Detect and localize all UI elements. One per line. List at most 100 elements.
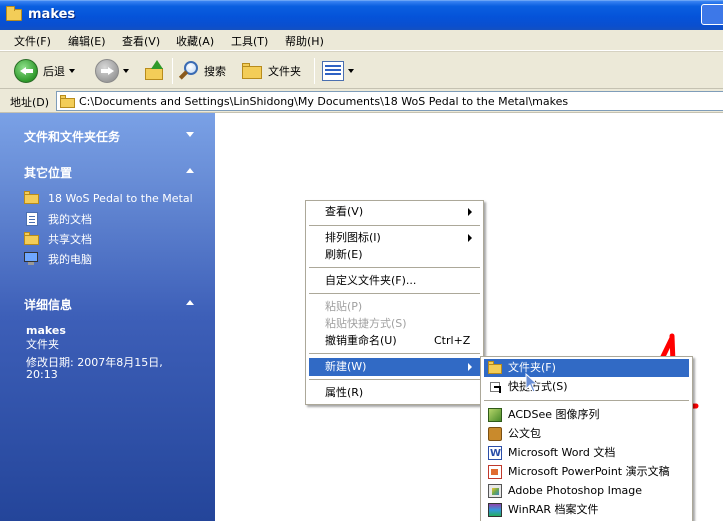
chevron-right-icon bbox=[468, 208, 472, 216]
menu-item-customize[interactable]: 自定义文件夹(F)... bbox=[309, 272, 480, 290]
menu-item-label: 属性(R) bbox=[325, 386, 364, 399]
folder-icon bbox=[6, 6, 22, 21]
chevron-down-icon[interactable] bbox=[69, 69, 75, 73]
menu-item-undo-rename[interactable]: 撤销重命名(U) Ctrl+Z bbox=[309, 332, 480, 350]
other-place-label: 我的文档 bbox=[48, 213, 92, 226]
file-tasks-header[interactable]: 文件和文件夹任务 bbox=[14, 123, 204, 147]
back-arrow-icon bbox=[14, 59, 38, 83]
menu-favorites[interactable]: 收藏(A) bbox=[174, 32, 216, 50]
search-button[interactable]: 搜索 bbox=[178, 58, 226, 84]
other-place-link[interactable]: 我的电脑 bbox=[24, 251, 92, 267]
shortcut-icon bbox=[490, 382, 500, 392]
submenu-item-label: 公文包 bbox=[508, 427, 541, 440]
other-place-link[interactable]: 共享文档 bbox=[24, 231, 92, 247]
folder-up-icon bbox=[144, 60, 166, 82]
menu-separator bbox=[309, 267, 480, 268]
folder-icon bbox=[24, 191, 40, 205]
address-path: C:\Documents and Settings\LinShidong\My … bbox=[79, 95, 569, 108]
folders-label: 文件夹 bbox=[268, 65, 301, 78]
menu-bar: 文件(F) 编辑(E) 查看(V) 收藏(A) 工具(T) 帮助(H) bbox=[0, 30, 723, 51]
other-place-link[interactable]: 18 WoS Pedal to the Metal bbox=[24, 191, 193, 205]
menu-separator bbox=[309, 293, 480, 294]
chevron-down-icon[interactable] bbox=[186, 132, 194, 137]
folder-icon bbox=[242, 62, 264, 80]
mouse-cursor-icon bbox=[525, 373, 539, 393]
submenu-item-label: Microsoft Word 文档 bbox=[508, 446, 616, 459]
other-place-label: 共享文档 bbox=[48, 233, 92, 246]
details-header[interactable]: 详细信息 bbox=[14, 291, 204, 315]
forward-arrow-icon bbox=[95, 59, 119, 83]
menu-item-label: 粘贴(P) bbox=[325, 300, 363, 313]
folders-button[interactable]: 文件夹 bbox=[242, 58, 301, 84]
new-submenu: 文件夹(F) 快捷方式(S) ACDSee 图像序列 公文包 Microsoft… bbox=[480, 356, 693, 521]
details-title: 详细信息 bbox=[24, 298, 73, 312]
context-menu: 查看(V) 排列图标(I) 刷新(E) 自定义文件夹(F)... 粘贴(P) 粘… bbox=[305, 200, 484, 405]
details-modified-time: 20:13 bbox=[26, 368, 58, 381]
chevron-up-icon[interactable] bbox=[186, 300, 194, 305]
submenu-item-shortcut[interactable]: 快捷方式(S) bbox=[484, 378, 689, 396]
toolbar-separator bbox=[172, 58, 173, 84]
toolbar: 后退 搜索 文件夹 bbox=[0, 51, 723, 89]
folder-icon bbox=[60, 95, 76, 108]
submenu-item-label: Adobe Photoshop Image bbox=[508, 484, 643, 497]
submenu-item-folder[interactable]: 文件夹(F) bbox=[484, 359, 689, 377]
chevron-down-icon[interactable] bbox=[348, 69, 354, 73]
chevron-right-icon bbox=[468, 234, 472, 242]
menu-separator bbox=[309, 379, 480, 380]
menu-item-view[interactable]: 查看(V) bbox=[309, 203, 480, 221]
toolbar-separator bbox=[314, 58, 315, 84]
menu-item-label: 刷新(E) bbox=[325, 248, 363, 261]
title-bar[interactable]: makes bbox=[0, 0, 723, 30]
my-documents-icon bbox=[24, 212, 40, 226]
forward-button[interactable] bbox=[95, 58, 129, 84]
submenu-item-label: ACDSee 图像序列 bbox=[508, 408, 600, 421]
other-place-label: 18 WoS Pedal to the Metal bbox=[48, 191, 193, 205]
address-input[interactable]: C:\Documents and Settings\LinShidong\My … bbox=[56, 91, 723, 111]
task-pane: 文件和文件夹任务 其它位置 18 WoS Pedal to the Metal … bbox=[0, 113, 215, 521]
menu-item-new[interactable]: 新建(W) bbox=[309, 358, 480, 376]
menu-item-refresh[interactable]: 刷新(E) bbox=[309, 246, 480, 264]
menu-separator bbox=[309, 225, 480, 226]
menu-item-label: 自定义文件夹(F)... bbox=[325, 274, 417, 287]
menu-tools[interactable]: 工具(T) bbox=[229, 32, 270, 50]
menu-item-arrange[interactable]: 排列图标(I) bbox=[309, 229, 480, 247]
powerpoint-icon bbox=[488, 465, 502, 479]
search-label: 搜索 bbox=[204, 65, 226, 78]
back-button[interactable]: 后退 bbox=[14, 58, 75, 84]
acdsee-icon bbox=[488, 408, 502, 422]
menu-separator bbox=[484, 400, 689, 401]
menu-item-shortcut: Ctrl+Z bbox=[434, 334, 471, 347]
other-places-header[interactable]: 其它位置 bbox=[14, 159, 204, 183]
menu-separator bbox=[309, 353, 480, 354]
minimize-button[interactable] bbox=[701, 4, 723, 25]
submenu-item-briefcase[interactable]: 公文包 bbox=[484, 425, 689, 443]
menu-help[interactable]: 帮助(H) bbox=[283, 32, 326, 50]
winrar-icon bbox=[488, 503, 502, 517]
menu-edit[interactable]: 编辑(E) bbox=[66, 32, 108, 50]
chevron-up-icon[interactable] bbox=[186, 168, 194, 173]
submenu-item-winrar[interactable]: WinRAR 档案文件 bbox=[484, 501, 689, 519]
submenu-item-powerpoint[interactable]: Microsoft PowerPoint 演示文稿 bbox=[484, 463, 689, 481]
submenu-item-label: Microsoft PowerPoint 演示文稿 bbox=[508, 465, 670, 478]
chevron-right-icon bbox=[468, 363, 472, 371]
chevron-down-icon[interactable] bbox=[123, 69, 129, 73]
briefcase-icon bbox=[488, 427, 502, 441]
submenu-item-word[interactable]: Microsoft Word 文档 bbox=[484, 444, 689, 463]
menu-item-label: 新建(W) bbox=[325, 360, 367, 373]
photoshop-icon bbox=[488, 484, 502, 498]
other-place-label: 我的电脑 bbox=[48, 253, 92, 266]
views-button[interactable] bbox=[322, 58, 354, 84]
menu-view[interactable]: 查看(V) bbox=[120, 32, 162, 50]
up-button[interactable] bbox=[144, 58, 166, 84]
submenu-item-acdsee[interactable]: ACDSee 图像序列 bbox=[484, 406, 689, 424]
search-icon bbox=[178, 60, 200, 82]
my-computer-icon bbox=[24, 252, 40, 266]
menu-item-paste: 粘贴(P) bbox=[309, 298, 480, 316]
other-place-link[interactable]: 我的文档 bbox=[24, 211, 92, 227]
address-bar: 地址(D) C:\Documents and Settings\LinShido… bbox=[0, 89, 723, 113]
menu-item-properties[interactable]: 属性(R) bbox=[309, 384, 480, 402]
submenu-item-photoshop[interactable]: Adobe Photoshop Image bbox=[484, 482, 689, 500]
menu-file[interactable]: 文件(F) bbox=[12, 32, 53, 50]
views-icon bbox=[322, 61, 344, 81]
file-tasks-title: 文件和文件夹任务 bbox=[24, 130, 121, 144]
